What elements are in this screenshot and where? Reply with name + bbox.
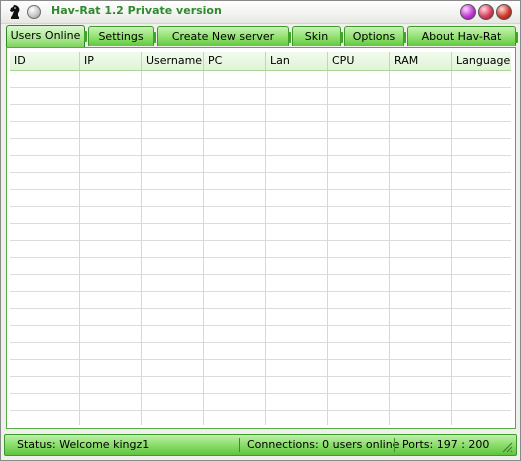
column-divider [203,71,204,425]
minimize-button[interactable] [460,4,476,20]
resize-grip-icon[interactable] [501,441,513,453]
users-online-panel: ID IP Username PC Lan CPU RAM Language [6,47,516,429]
status-bar: Status: Welcome kingz1 Connections: 0 us… [4,434,517,456]
column-divider [265,71,266,425]
window-title: Hav-Rat 1.2 Private version [51,4,222,17]
circle-icon[interactable] [27,5,41,19]
column-header-username[interactable]: Username [142,52,204,70]
tab-skin[interactable]: Skin [292,26,343,46]
tab-create-new-server[interactable]: Create New server [157,26,291,46]
maximize-button[interactable] [478,4,494,20]
column-divider [327,71,328,425]
main-window: Hav-Rat 1.2 Private version Users Online… [0,0,521,461]
status-divider [239,438,240,452]
column-header-ram[interactable]: RAM [390,52,452,70]
tab-users-online[interactable]: Users Online [6,25,87,47]
title-bar[interactable]: Hav-Rat 1.2 Private version [1,1,520,24]
column-header-language[interactable]: Language [452,52,511,70]
column-header-lan[interactable]: Lan [266,52,328,70]
table-header: ID IP Username PC Lan CPU RAM Language [10,52,511,71]
column-header-id[interactable]: ID [10,52,80,70]
tab-about-hav-rat[interactable]: About Hav-Rat [407,26,518,46]
column-header-ip[interactable]: IP [80,52,142,70]
users-table-body[interactable] [10,71,511,425]
tab-options[interactable]: Options [344,26,406,46]
status-message: Status: Welcome kingz1 [17,438,150,451]
tab-bar: Users Online Settings Create New server … [6,25,518,48]
column-divider [389,71,390,425]
column-divider [141,71,142,425]
status-ports: Ports: 197 : 200 [402,438,490,451]
column-divider [79,71,80,425]
tab-settings[interactable]: Settings [88,26,156,46]
status-divider [394,438,395,452]
column-divider [451,71,452,425]
knight-chess-icon[interactable] [8,4,22,20]
status-connections: Connections: 0 users online [247,438,400,451]
close-button[interactable] [496,4,512,20]
column-header-pc[interactable]: PC [204,52,266,70]
column-header-cpu[interactable]: CPU [328,52,390,70]
